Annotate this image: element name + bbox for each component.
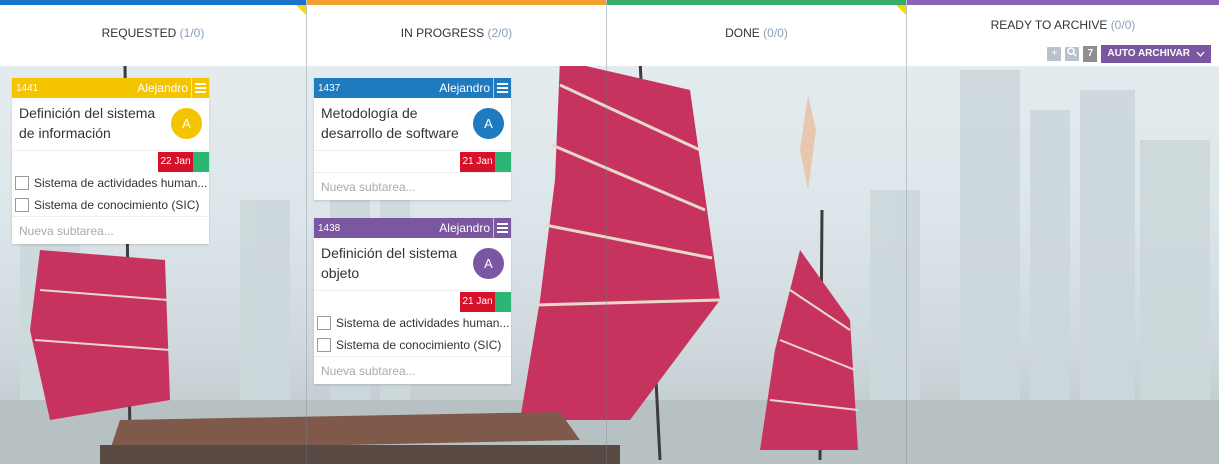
card-owner: Alejandro bbox=[439, 81, 490, 95]
column-count: (1/0) bbox=[179, 26, 205, 40]
column-header-in-progress[interactable]: IN PROGRESS (2/0) bbox=[307, 0, 606, 66]
column-title-text: REQUESTED bbox=[101, 26, 177, 40]
card-header: 1438 Alejandro bbox=[314, 218, 511, 238]
new-subtask-input[interactable]: Nueva subtarea... bbox=[314, 172, 511, 200]
card-date-row: 22 Jan bbox=[12, 150, 209, 172]
task-card[interactable]: 1438 Alejandro Definición del sistema ob… bbox=[314, 218, 511, 384]
plus-icon[interactable]: + bbox=[1047, 47, 1062, 61]
subtask-label[interactable]: Sistema de conocimiento (SIC) bbox=[34, 198, 199, 212]
archive-toolbar: + 7 AUTO ARCHIVAR bbox=[1047, 45, 1211, 63]
avatar[interactable]: A bbox=[171, 108, 202, 139]
column-requested: REQUESTED (1/0) 1441 Alejandro Definició… bbox=[0, 0, 307, 464]
new-subtask-input[interactable]: Nueva subtarea... bbox=[12, 216, 209, 244]
due-date-badge[interactable]: 21 Jan bbox=[460, 292, 495, 312]
column-count: (0/0) bbox=[1110, 18, 1136, 32]
subtask-checkbox[interactable] bbox=[15, 176, 29, 190]
card-owner: Alejandro bbox=[439, 221, 490, 235]
column-title: IN PROGRESS (2/0) bbox=[401, 26, 512, 40]
column-done: DONE (0/0) bbox=[607, 0, 907, 464]
subtask-checkbox[interactable] bbox=[317, 338, 331, 352]
card-owner: Alejandro bbox=[137, 81, 188, 95]
card-body: Metodología de desarrollo de software A bbox=[314, 98, 511, 150]
subtask-item: Sistema de conocimiento (SIC) bbox=[314, 334, 511, 356]
subtask-item: Sistema de actividades human... bbox=[314, 312, 511, 334]
task-card[interactable]: 1441 Alejandro Definición del sistema de… bbox=[12, 78, 209, 244]
card-body: Definición del sistema de información A bbox=[12, 98, 209, 150]
card-body: Definición del sistema objeto A bbox=[314, 238, 511, 290]
search-icon[interactable] bbox=[1065, 47, 1080, 61]
card-id: 1438 bbox=[318, 222, 341, 234]
due-date-badge[interactable]: 21 Jan bbox=[460, 152, 495, 172]
column-header-ready-to-archive[interactable]: READY TO ARCHIVE (0/0) + 7 AUTO ARCHIVAR bbox=[907, 0, 1219, 66]
menu-icon[interactable] bbox=[493, 78, 511, 98]
avatar[interactable]: A bbox=[473, 248, 504, 279]
column-title-text: READY TO ARCHIVE bbox=[990, 18, 1108, 32]
auto-archive-label: AUTO ARCHIVAR bbox=[1107, 48, 1190, 59]
menu-icon[interactable] bbox=[191, 78, 209, 98]
column-corner-flag bbox=[296, 5, 306, 15]
card-date-row: 21 Jan bbox=[314, 150, 511, 172]
card-title[interactable]: Definición del sistema de información bbox=[19, 105, 155, 141]
column-title: READY TO ARCHIVE (0/0) bbox=[991, 18, 1136, 32]
subtask-label[interactable]: Sistema de actividades human... bbox=[34, 176, 207, 190]
column-corner-flag bbox=[896, 5, 906, 15]
card-header: 1441 Alejandro bbox=[12, 78, 209, 98]
subtask-label[interactable]: Sistema de conocimiento (SIC) bbox=[336, 338, 501, 352]
card-date-row: 21 Jan bbox=[314, 290, 511, 312]
card-id: 1437 bbox=[318, 82, 341, 94]
status-indicator[interactable] bbox=[193, 152, 209, 172]
column-title: DONE (0/0) bbox=[725, 26, 788, 40]
column-title-text: DONE bbox=[725, 26, 760, 40]
subtask-checkbox[interactable] bbox=[15, 198, 29, 212]
subtask-checkbox[interactable] bbox=[317, 316, 331, 330]
column-count: (0/0) bbox=[763, 26, 788, 40]
subtask-item: Sistema de actividades human... bbox=[12, 172, 209, 194]
chevron-down-icon bbox=[1196, 51, 1205, 57]
menu-icon[interactable] bbox=[493, 218, 511, 238]
due-date-badge[interactable]: 22 Jan bbox=[158, 152, 193, 172]
task-card[interactable]: 1437 Alejandro Metodología de desarrollo… bbox=[314, 78, 511, 200]
subtask-item: Sistema de conocimiento (SIC) bbox=[12, 194, 209, 216]
column-title: REQUESTED (1/0) bbox=[102, 26, 205, 40]
card-title[interactable]: Metodología de desarrollo de software bbox=[321, 105, 459, 141]
card-id: 1441 bbox=[16, 82, 39, 94]
column-title-text: IN PROGRESS bbox=[400, 26, 485, 40]
auto-archive-button[interactable]: AUTO ARCHIVAR bbox=[1101, 45, 1211, 63]
subtask-label[interactable]: Sistema de actividades human... bbox=[336, 316, 509, 330]
kanban-board: REQUESTED (1/0) 1441 Alejandro Definició… bbox=[0, 0, 1219, 464]
new-subtask-input[interactable]: Nueva subtarea... bbox=[314, 356, 511, 384]
status-indicator[interactable] bbox=[495, 292, 511, 312]
column-ready-to-archive: READY TO ARCHIVE (0/0) + 7 AUTO ARCHIVAR bbox=[907, 0, 1219, 464]
status-indicator[interactable] bbox=[495, 152, 511, 172]
column-count: (2/0) bbox=[487, 26, 513, 40]
avatar[interactable]: A bbox=[473, 108, 504, 139]
column-header-done[interactable]: DONE (0/0) bbox=[607, 0, 906, 66]
card-header: 1437 Alejandro bbox=[314, 78, 511, 98]
card-title[interactable]: Definición del sistema objeto bbox=[321, 245, 457, 281]
column-in-progress: IN PROGRESS (2/0) 1437 Alejandro Metodol… bbox=[307, 0, 607, 464]
auto-archive-count: 7 bbox=[1083, 46, 1098, 62]
column-header-requested[interactable]: REQUESTED (1/0) bbox=[0, 0, 306, 66]
